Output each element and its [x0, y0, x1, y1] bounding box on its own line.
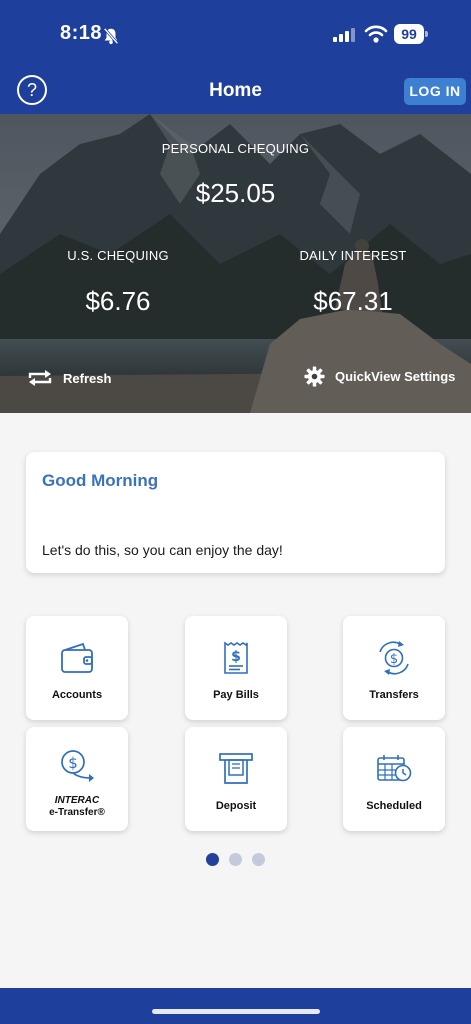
quickview-settings-button[interactable]: QuickView Settings: [304, 366, 455, 387]
quickview-panel: PERSONAL CHEQUING $25.05 U.S. CHEQUING $…: [0, 114, 471, 413]
battery-level: 99: [394, 24, 424, 44]
bell-muted-icon: [103, 27, 119, 45]
transfer-icon: $: [379, 641, 409, 675]
refresh-icon: [28, 370, 52, 386]
accounts-tile[interactable]: Accounts: [26, 616, 128, 720]
greeting-title: Good Morning: [42, 471, 159, 490]
wifi-icon: [364, 25, 388, 43]
personal-chequing-label: PERSONAL CHEQUING: [161, 141, 310, 156]
page-indicator: [206, 853, 265, 866]
top-bar: 8:18 99 ? Home LOG IN: [0, 0, 471, 114]
us-chequing-label: U.S. CHEQUING: [67, 248, 169, 263]
greeting-message: Let's do this, so you can enjoy the day!: [42, 542, 283, 558]
scheduled-label: Scheduled: [366, 800, 422, 812]
battery-icon: 99: [394, 24, 428, 44]
svg-text:$: $: [68, 754, 78, 772]
wallet-icon: [61, 642, 93, 673]
login-button[interactable]: LOG IN: [404, 78, 466, 105]
gear-icon: [304, 366, 325, 387]
quickview-settings-label: QuickView Settings: [335, 369, 456, 384]
pay-bills-tile[interactable]: $ Pay Bills: [185, 616, 287, 720]
interac-label: INTERAC: [54, 795, 100, 806]
transfers-tile[interactable]: $ Transfers: [343, 616, 445, 720]
page-dot-2[interactable]: [229, 853, 242, 866]
personal-chequing-amount: $25.05: [195, 178, 276, 208]
cell-signal-icon: [333, 28, 355, 42]
bill-icon: $: [224, 641, 248, 674]
refresh-button[interactable]: Refresh: [27, 369, 111, 387]
daily-interest-amount: $67.31: [313, 286, 393, 316]
page-title: Home: [209, 80, 262, 101]
us-chequing-amount: $6.76: [85, 286, 151, 316]
accounts-label: Accounts: [51, 689, 103, 701]
scheduled-tile[interactable]: Scheduled: [343, 727, 445, 831]
pay-bills-label: Pay Bills: [213, 689, 259, 701]
daily-interest-label: DAILY INTEREST: [299, 248, 407, 263]
etransfer-icon: $: [61, 750, 94, 782]
bottom-bar: [0, 988, 471, 1024]
refresh-label: Refresh: [63, 370, 112, 386]
page-dot-3[interactable]: [252, 853, 265, 866]
atm-deposit-icon: [219, 753, 253, 784]
etransfer-sub-label: e-Transfer®: [49, 807, 105, 818]
svg-text:$: $: [390, 652, 398, 667]
deposit-label: Deposit: [215, 800, 257, 812]
deposit-tile[interactable]: Deposit: [185, 727, 287, 831]
page-dot-1[interactable]: [206, 853, 219, 866]
greeting-card: Good Morning Let's do this, so you can e…: [26, 452, 445, 573]
calendar-clock-icon: [377, 755, 412, 782]
transfers-label: Transfers: [369, 689, 419, 701]
interac-etransfer-tile[interactable]: $ INTERAC e-Transfer®: [26, 727, 128, 831]
home-indicator[interactable]: [152, 1009, 320, 1014]
status-time: 8:18: [60, 22, 103, 44]
etransfer-label: INTERAC e-Transfer®: [26, 795, 128, 819]
svg-text:$: $: [231, 649, 241, 665]
